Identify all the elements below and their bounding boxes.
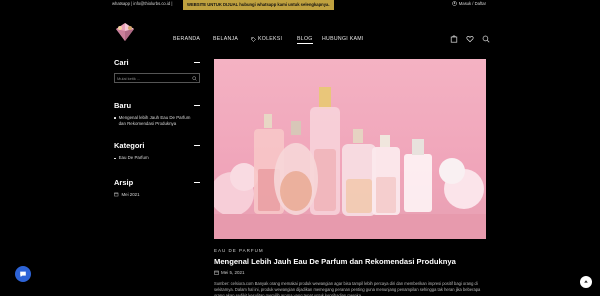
- post-date-label: Mei 5, 2021: [221, 270, 245, 275]
- arrow-up-icon: [584, 280, 588, 283]
- account-link[interactable]: Masuk / Daftar: [451, 1, 486, 6]
- archive-label: Mei 2021: [121, 191, 140, 197]
- brand-logo[interactable]: [114, 22, 136, 42]
- collapse-icon[interactable]: [194, 105, 200, 106]
- nav-item-belanja[interactable]: BELANJA: [213, 36, 238, 42]
- account-label: Masuk / Daftar: [458, 1, 486, 6]
- nav-item-hubungi-kami[interactable]: HUBUNGI KAMI: [322, 36, 364, 42]
- category-widget-header[interactable]: Kategori: [114, 141, 200, 150]
- post-title[interactable]: Mengenal Lebih Jauh Eau De Parfum dan Re…: [214, 257, 486, 266]
- heart-icon[interactable]: [466, 35, 474, 43]
- category-label: Eau De Parfum: [118, 155, 149, 161]
- promo-banner[interactable]: WEBSITE UNTUK DIJUAL hubungi whatsapp ka…: [183, 0, 334, 10]
- calendar-icon: [114, 193, 119, 197]
- calendar-icon: [214, 270, 219, 275]
- header-actions: [450, 35, 490, 43]
- post-category[interactable]: EAU DE PARFUM: [214, 248, 486, 253]
- search-widget-header[interactable]: Cari: [114, 58, 200, 67]
- chat-icon: [20, 271, 26, 278]
- archive-widget-header[interactable]: Arsip: [114, 178, 200, 187]
- search-icon[interactable]: [192, 75, 197, 81]
- bullet-icon: [114, 117, 116, 119]
- scroll-top-button[interactable]: [580, 276, 592, 288]
- nav-item-koleksi-label: KOLEKSI: [258, 36, 283, 42]
- collapse-icon[interactable]: [194, 181, 200, 183]
- list-item: dan Rekomendasi Produknya: [114, 121, 200, 127]
- search-widget-title: Cari: [114, 58, 129, 67]
- nav-item-koleksi[interactable]: KOLEKSI: [251, 36, 282, 42]
- category-widget-title: Kategori: [114, 141, 145, 151]
- post-excerpt: Sumber: celsiora.com Banyak orang memaka…: [214, 281, 481, 296]
- contact-info[interactable]: whatsapp | info@thiolurbs.co.id |: [112, 1, 172, 6]
- perfume-illustration: [214, 87, 486, 239]
- collapse-icon[interactable]: [194, 145, 200, 147]
- site-header: BERANDA BELANJA KOLEKSI BLOG HUBUNGI KAM…: [0, 10, 600, 50]
- nav-item-beranda[interactable]: BERANDA: [173, 36, 200, 42]
- collapse-icon[interactable]: [194, 62, 200, 63]
- recent-post-title-line2: dan Rekomendasi Produknya: [118, 121, 177, 127]
- post-featured-image[interactable]: [214, 59, 486, 239]
- search-icon[interactable]: [482, 35, 490, 43]
- search-input[interactable]: [117, 74, 187, 82]
- chat-button[interactable]: [15, 266, 31, 282]
- recent-widget-title: Baru: [114, 101, 132, 110]
- user-icon: [451, 1, 457, 6]
- nav-item-blog[interactable]: BLOG: [297, 36, 313, 44]
- bullet-icon: [114, 157, 116, 160]
- post-card: EAU DE PARFUM Mengenal Lebih Jauh Eau De…: [214, 59, 486, 296]
- search-box: [114, 73, 200, 83]
- post-date: Mei 5, 2021: [214, 270, 486, 275]
- recent-post-link[interactable]: Mengenal lebih Jauh Eau De Parfum dan Re…: [114, 115, 200, 127]
- category-link[interactable]: Eau De Parfum: [114, 155, 200, 161]
- sidebar: Cari Baru Mengenal lebih Jauh Eau De Par…: [114, 58, 200, 198]
- recent-widget-header[interactable]: Baru: [114, 101, 200, 110]
- tag-icon: [251, 36, 256, 42]
- cart-icon[interactable]: [450, 35, 458, 43]
- top-bar: whatsapp | info@thiolurbs.co.id | WEBSIT…: [0, 0, 600, 10]
- archive-link[interactable]: Mei 2021: [114, 192, 200, 198]
- archive-widget-title: Arsip: [114, 177, 134, 187]
